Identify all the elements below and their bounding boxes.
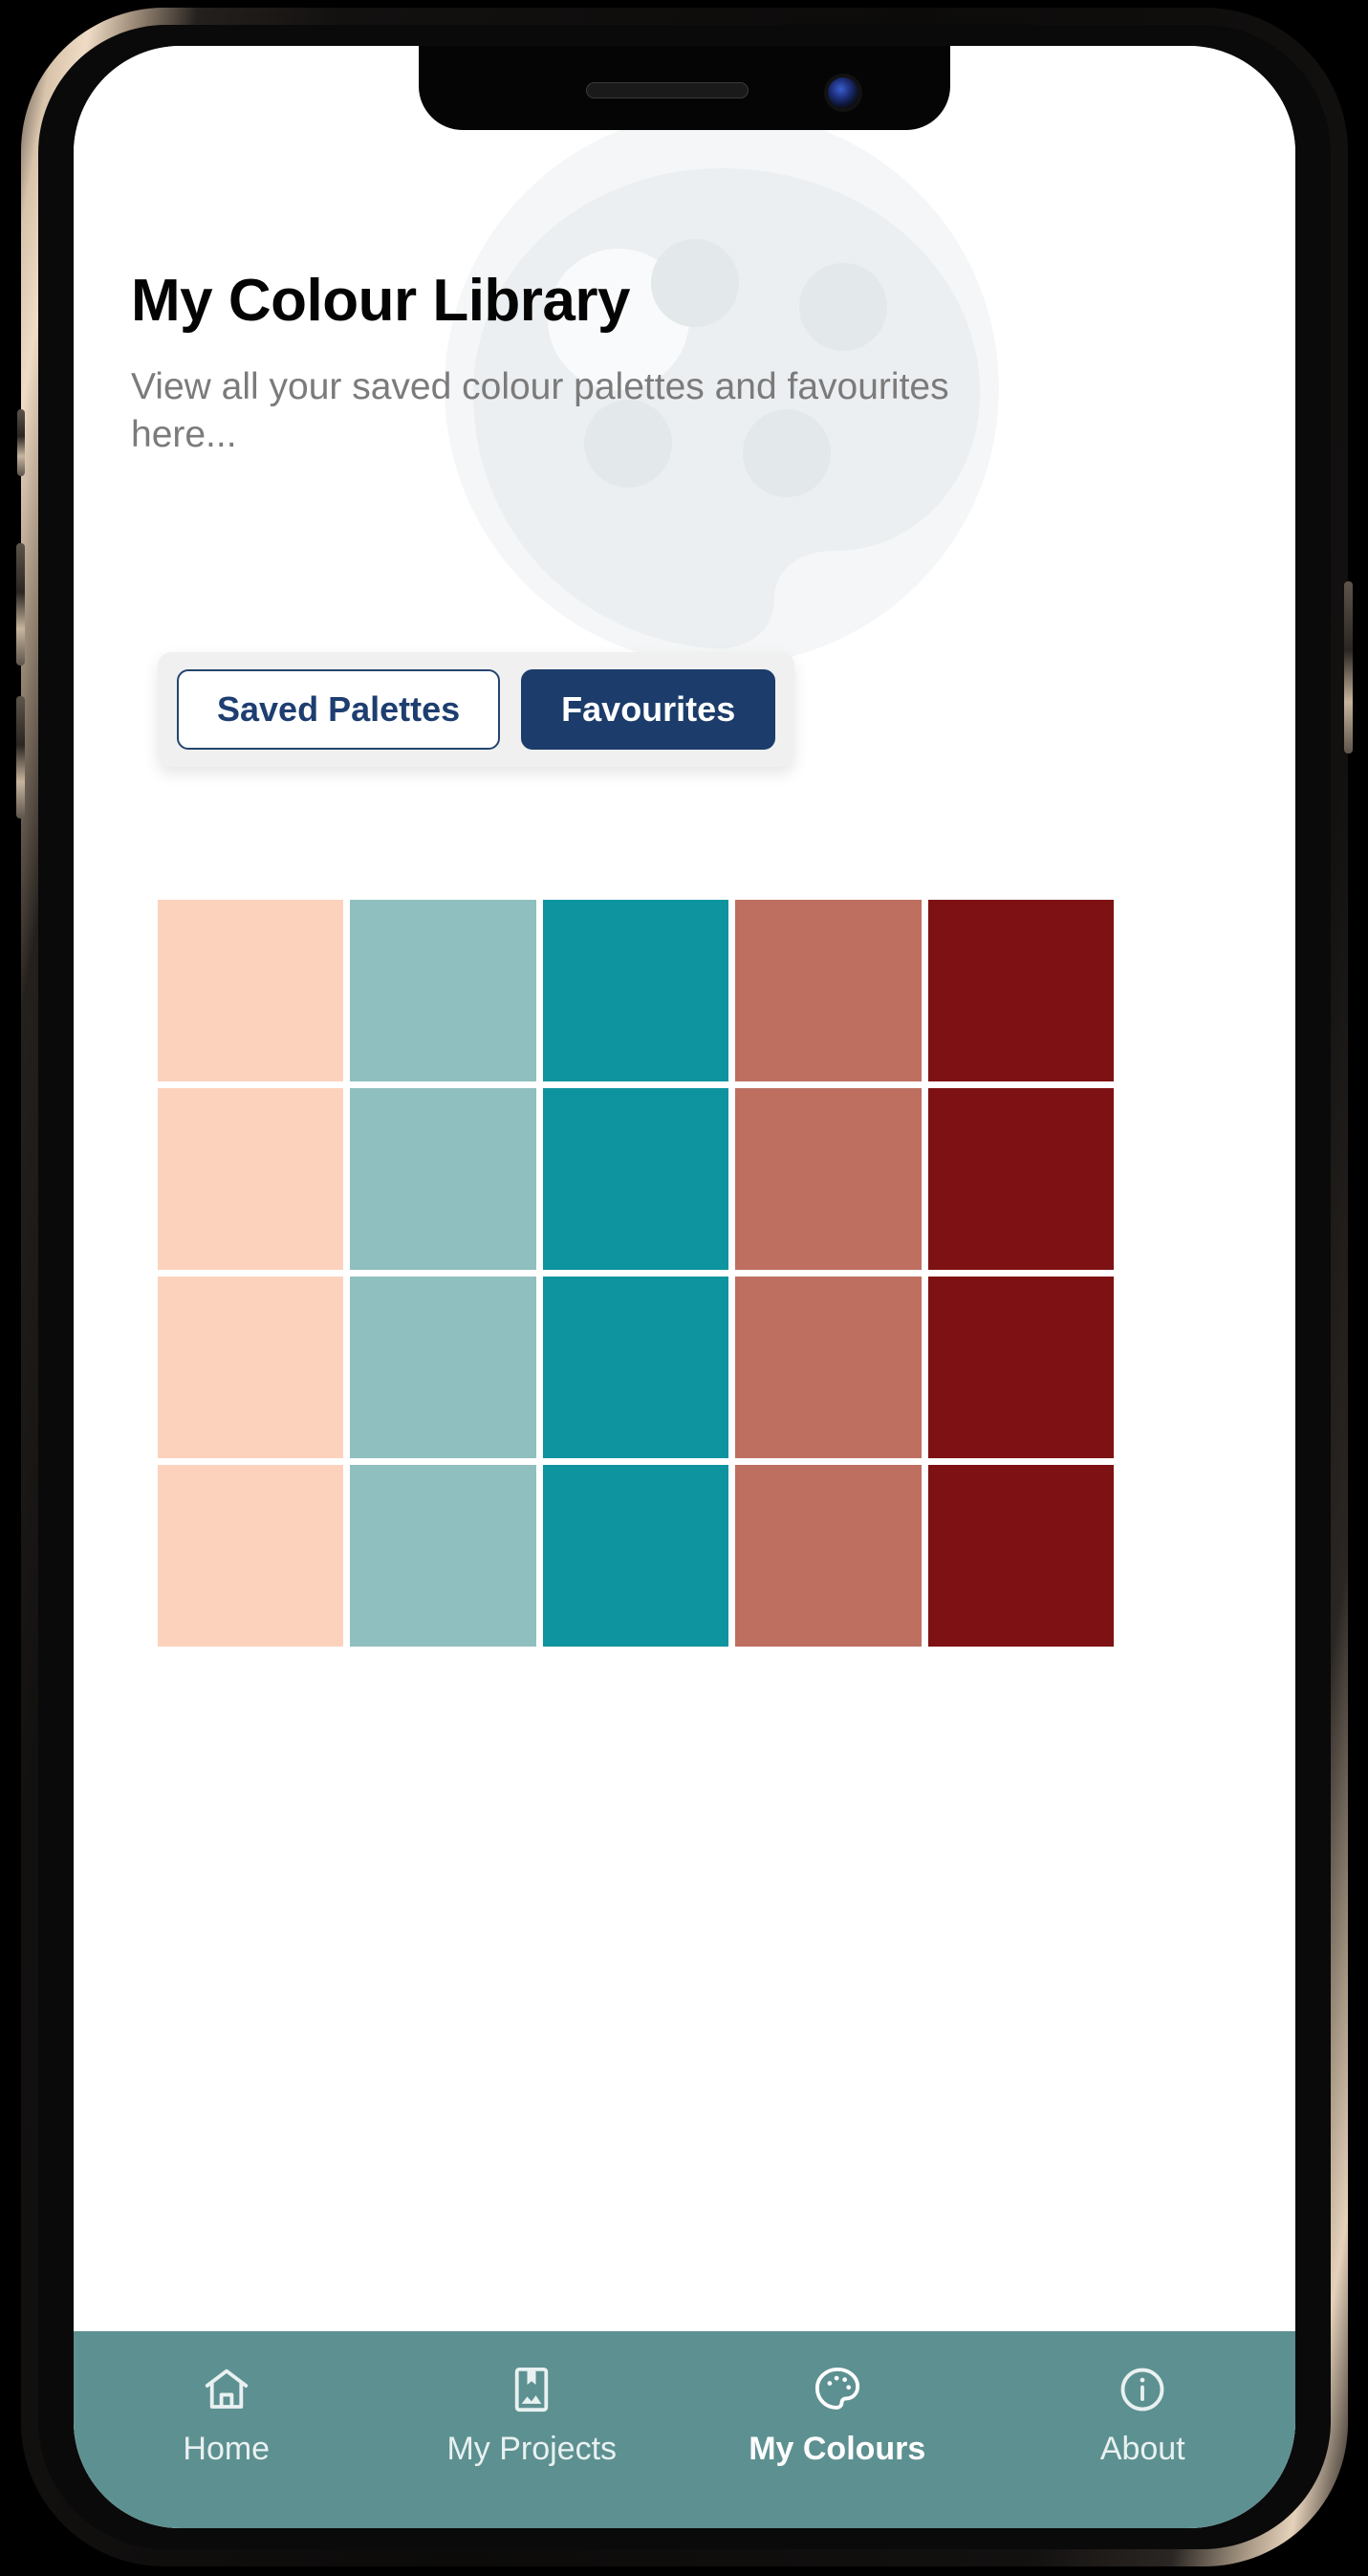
colour-swatch[interactable]: [927, 900, 1114, 1081]
colour-swatch[interactable]: [735, 900, 922, 1081]
colour-swatch[interactable]: [735, 1465, 922, 1647]
front-camera-icon: [828, 77, 858, 108]
colour-swatch[interactable]: [158, 1277, 344, 1458]
volume-down-button[interactable]: [16, 696, 25, 819]
screenshot-root: My Colour Library View all your saved co…: [0, 0, 1368, 2576]
power-button[interactable]: [1344, 581, 1353, 753]
colour-swatch[interactable]: [350, 1277, 536, 1458]
speaker-grille-icon: [586, 82, 749, 98]
nav-item-my-colours[interactable]: My Colours: [684, 2364, 990, 2465]
view-switcher-track: Saved Palettes Favourites: [158, 652, 795, 767]
info-icon: [1120, 2368, 1164, 2412]
tab-favourites[interactable]: Favourites: [521, 669, 776, 750]
mute-switch-button[interactable]: [17, 409, 25, 476]
colour-swatch[interactable]: [542, 900, 729, 1081]
phone-notch: [419, 46, 950, 130]
colour-swatch[interactable]: [542, 1088, 729, 1270]
colour-swatch[interactable]: [350, 900, 536, 1081]
colour-swatch[interactable]: [927, 1465, 1114, 1647]
nav-label-my-colours: My Colours: [749, 2431, 926, 2467]
colour-swatch[interactable]: [350, 1088, 536, 1270]
colour-swatch[interactable]: [735, 1277, 922, 1458]
colour-swatch[interactable]: [158, 900, 344, 1081]
colour-swatch[interactable]: [158, 1465, 344, 1647]
colour-swatch[interactable]: [927, 1277, 1114, 1458]
colour-swatch[interactable]: [927, 1088, 1114, 1270]
nav-label-home: Home: [183, 2431, 271, 2467]
volume-up-button[interactable]: [16, 543, 25, 666]
phone-device-frame: My Colour Library View all your saved co…: [16, 8, 1353, 2566]
book-icon: [515, 2367, 549, 2412]
bottom-navigation-bar: Home My Projects My Colours About: [74, 2331, 1295, 2528]
phone-screen: My Colour Library View all your saved co…: [74, 46, 1295, 2528]
colour-swatch[interactable]: [542, 1465, 729, 1647]
page-subtitle: View all your saved colour palettes and …: [131, 366, 949, 455]
colour-swatch[interactable]: [350, 1465, 536, 1647]
colour-swatch[interactable]: [735, 1088, 922, 1270]
page-title: My Colour Library: [131, 268, 631, 334]
nav-item-about[interactable]: About: [990, 2364, 1296, 2465]
tab-saved-palettes[interactable]: Saved Palettes: [177, 669, 501, 750]
nav-item-my-projects[interactable]: My Projects: [380, 2364, 685, 2465]
nav-label-about: About: [1099, 2431, 1185, 2467]
app-viewport: My Colour Library View all your saved co…: [74, 46, 1295, 2528]
nav-label-my-projects: My Projects: [446, 2431, 618, 2467]
colour-swatch[interactable]: [542, 1277, 729, 1458]
palette-icon: [814, 2367, 859, 2410]
nav-item-home[interactable]: Home: [74, 2364, 380, 2465]
colour-swatch[interactable]: [158, 1088, 344, 1270]
colour-swatch-grid: [158, 900, 1114, 1647]
view-switcher: Saved Palettes Favourites: [158, 652, 795, 767]
home-icon: [205, 2369, 248, 2409]
